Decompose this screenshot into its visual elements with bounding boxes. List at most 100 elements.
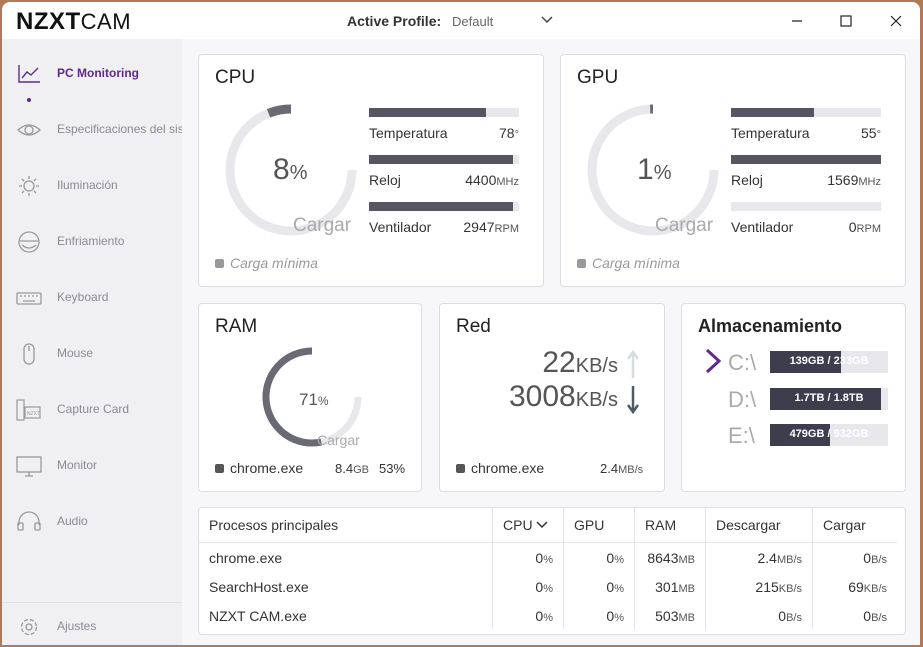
- sidebar-item-monitor[interactable]: Monitor: [2, 446, 182, 486]
- cpu-load-label: Cargar: [293, 215, 352, 236]
- sidebar-item-pc-monitoring[interactable]: PC Monitoring: [2, 54, 182, 102]
- drive-d-bar: 1.7TB / 1.8TB: [770, 388, 888, 410]
- monitor-icon: [16, 456, 42, 477]
- app-window: NZXTCAM Active Profile: Default PC Monit…: [2, 2, 920, 645]
- cooler-icon: [18, 231, 40, 253]
- col-header-process: Procesos principales: [199, 508, 493, 543]
- gpu-min-load: Carga mínima: [577, 255, 680, 271]
- process-upload: 0B/s: [812, 542, 897, 572]
- cpu-clock-bar: [369, 155, 519, 164]
- gpu-temp-label: Temperatura: [731, 125, 810, 141]
- table-row[interactable]: SearchHost.exe 0% 0% 301MB 215KB/s 69KB/…: [199, 572, 897, 601]
- sidebar-item-capture-card[interactable]: NZXT Capture Card: [2, 390, 182, 430]
- sidebar-item-audio[interactable]: Audio: [2, 502, 182, 542]
- sidebar-item-label: Ajustes: [57, 619, 97, 633]
- col-header-gpu[interactable]: GPU: [563, 508, 635, 543]
- sidebar-item-keyboard[interactable]: Keyboard: [2, 278, 182, 318]
- cpu-clock-label: Reloj: [369, 172, 401, 188]
- sidebar-item-label: Monitor: [57, 458, 98, 472]
- network-top-process-rate: 2.4MB/s: [600, 461, 644, 476]
- ram-top-process: chrome.exe: [215, 460, 303, 476]
- arrow-down-icon: [626, 386, 640, 414]
- gpu-temp-bar: [731, 108, 881, 117]
- network-card[interactable]: Red 22KB/s 3008KB/s chrome.exe 2.4MB/s: [439, 303, 665, 492]
- process-cpu: 0%: [492, 542, 564, 572]
- ram-top-process-pct: 53%: [379, 461, 406, 476]
- headset-icon: [17, 511, 41, 531]
- cpu-fan-bar: [369, 202, 519, 211]
- storage-title: Almacenamiento: [698, 316, 843, 336]
- chevron-right-icon[interactable]: [704, 348, 722, 374]
- minimize-icon[interactable]: [787, 11, 807, 31]
- process-gpu: 0%: [563, 542, 635, 572]
- sidebar-item-lighting[interactable]: Iluminación: [2, 166, 182, 206]
- active-profile-select[interactable]: Default: [452, 14, 493, 29]
- process-ram: 8643MB: [634, 542, 706, 572]
- active-profile-label: Active Profile:: [347, 13, 442, 29]
- process-download: 0B/s: [705, 601, 813, 630]
- cpu-title: CPU: [215, 67, 256, 88]
- cpu-fan-value: 2947RPM: [463, 219, 519, 235]
- gear-icon: [20, 618, 38, 636]
- sidebar-item-label: Capture Card: [57, 402, 130, 416]
- process-name: chrome.exe: [209, 549, 283, 566]
- process-download: 215KB/s: [705, 572, 813, 601]
- sidebar-item-label: Keyboard: [57, 290, 109, 304]
- ram-title: RAM: [215, 316, 258, 337]
- process-gpu: 0%: [563, 572, 635, 601]
- col-header-ram[interactable]: RAM: [634, 508, 706, 543]
- active-indicator: [27, 98, 31, 102]
- gpu-fan-value: 0RPM: [848, 219, 881, 235]
- processes-card: Procesos principales CPU GPU RAM Descarg…: [198, 507, 906, 635]
- col-header-cpu[interactable]: CPU: [492, 508, 564, 543]
- process-gpu: 0%: [563, 601, 635, 630]
- gpu-clock-label: Reloj: [731, 172, 763, 188]
- col-header-download[interactable]: Descargar: [705, 508, 813, 543]
- sidebar-item-label: Iluminación: [57, 178, 118, 192]
- cpu-temp-value: 78°: [499, 125, 519, 141]
- gpu-load-label: Cargar: [655, 215, 714, 236]
- mouse-icon: [23, 343, 35, 365]
- sidebar-item-settings[interactable]: Ajustes: [2, 607, 182, 645]
- sidebar-item-mouse[interactable]: Mouse: [2, 334, 182, 374]
- process-cpu: 0%: [492, 601, 564, 630]
- title-bar: NZXTCAM Active Profile: Default: [2, 2, 920, 40]
- storage-card[interactable]: Almacenamiento C:\ 139GB / 233GB D:\ 1.7…: [681, 303, 906, 492]
- table-row[interactable]: chrome.exe 0% 0% 8643MB 2.4MB/s 0B/s: [199, 542, 897, 572]
- cpu-min-load: Carga mínima: [215, 255, 318, 271]
- network-top-process: chrome.exe: [456, 460, 544, 476]
- gpu-title: GPU: [577, 67, 619, 88]
- col-header-upload[interactable]: Cargar: [812, 508, 897, 543]
- drive-d-label: D:\: [728, 387, 757, 412]
- process-upload: 69KB/s: [812, 572, 897, 601]
- process-name: NZXT CAM.exe: [209, 607, 307, 624]
- cpu-card[interactable]: CPU 8% Cargar Carga mínima Temperatura 7…: [198, 54, 544, 287]
- eye-icon: [17, 124, 41, 136]
- network-upload-rate: 22KB/s: [542, 346, 618, 379]
- keyboard-icon: [16, 292, 42, 305]
- process-ram: 503MB: [634, 601, 706, 630]
- sidebar-item-cooling[interactable]: Enfriamiento: [2, 222, 182, 262]
- maximize-icon[interactable]: [836, 11, 856, 31]
- cpu-temp-label: Temperatura: [369, 125, 448, 141]
- sidebar-item-label: PC Monitoring: [57, 66, 139, 80]
- gpu-fan-bar: [731, 202, 881, 211]
- sun-icon: [19, 176, 39, 196]
- cpu-load-value: 8%: [273, 153, 308, 186]
- sidebar-divider: [2, 602, 182, 603]
- sidebar-item-system-specs[interactable]: Especificaciones del sistema: [2, 110, 182, 150]
- gpu-load-value: 1%: [637, 153, 672, 186]
- svg-text:NZXT: NZXT: [27, 411, 40, 417]
- chevron-down-icon[interactable]: [540, 12, 554, 26]
- main-content: CPU 8% Cargar Carga mínima Temperatura 7…: [182, 39, 920, 645]
- gpu-clock-value: 1569MHz: [827, 172, 881, 188]
- gpu-card[interactable]: GPU 1% Cargar Carga mínima Temperatura 5…: [560, 54, 906, 287]
- table-row[interactable]: NZXT CAM.exe 0% 0% 503MB 0B/s 0B/s: [199, 601, 897, 630]
- sidebar-item-label: Audio: [57, 514, 88, 528]
- process-upload: 0B/s: [812, 601, 897, 630]
- gpu-clock-bar: [731, 155, 881, 164]
- drive-c-label: C:\: [728, 350, 757, 375]
- sidebar-item-label: Enfriamiento: [57, 234, 125, 248]
- close-icon[interactable]: [886, 11, 906, 31]
- ram-card[interactable]: RAM 71% Cargar chrome.exe 8.4GB 53%: [198, 303, 422, 492]
